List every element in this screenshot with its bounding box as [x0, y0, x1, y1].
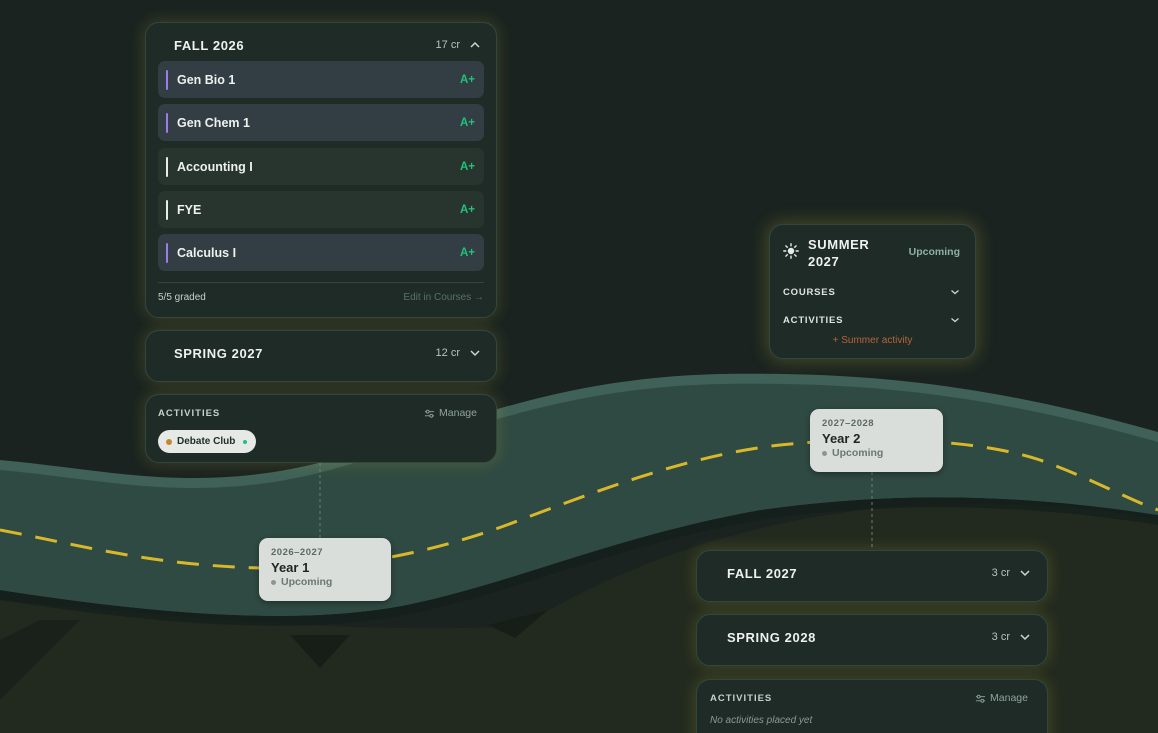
chevron-up-icon[interactable] — [468, 38, 482, 52]
course-accent-bar — [166, 69, 168, 90]
year-card-year2[interactable]: 2027–2028 Year 2 Upcoming — [810, 409, 943, 472]
course-grade: A+ — [459, 160, 475, 173]
status-text: Upcoming — [832, 447, 884, 459]
term-panel-spring-2027: SPRING 2027 12 cr — [145, 330, 497, 382]
course-accent-bar — [166, 156, 168, 177]
term-title: SPRING 2028 — [727, 629, 816, 645]
term-header-spring-2028[interactable]: SPRING 2028 3 cr — [697, 615, 1047, 659]
credit-count: 3 cr — [991, 631, 1010, 643]
term-header-spring-2027[interactable]: SPRING 2027 12 cr — [146, 331, 496, 375]
course-row[interactable]: Accounting I A+ — [158, 148, 484, 185]
chip-status-dot — [243, 439, 248, 444]
course-name: Accounting I — [177, 159, 253, 174]
edit-in-courses-link[interactable]: Edit in Courses → — [403, 292, 484, 303]
status-dot — [271, 579, 276, 585]
term-title: SPRING 2027 — [174, 345, 263, 361]
course-name: Gen Bio 1 — [177, 72, 236, 87]
course-grade: A+ — [459, 73, 475, 86]
summer-courses-label: COURSES — [783, 286, 836, 298]
activity-chip[interactable]: Debate Club — [158, 430, 257, 453]
course-name: Gen Chem 1 — [177, 115, 250, 130]
year-label: Year 1 — [271, 560, 310, 575]
year-range: 2026–2027 — [271, 547, 324, 558]
empty-activities-text: No activities placed yet — [710, 715, 813, 726]
course-accent-bar — [166, 242, 168, 263]
manage-activities-button[interactable]: Manage — [975, 692, 1028, 704]
chevron-down-icon — [948, 313, 962, 327]
term-panel-fall-2027: FALL 2027 3 cr — [696, 550, 1048, 602]
course-row[interactable]: Gen Bio 1 A+ — [158, 61, 484, 98]
course-accent-bar — [166, 112, 168, 133]
chevron-down-icon[interactable] — [468, 346, 482, 360]
chip-category-dot — [166, 438, 172, 445]
activities-label: ACTIVITIES — [710, 692, 773, 704]
activities-panel-year2: ACTIVITIES Manage No activities placed y… — [696, 679, 1048, 733]
course-row[interactable]: Calculus I A+ — [158, 234, 484, 271]
activities-label: ACTIVITIES — [158, 407, 221, 419]
credit-count: 3 cr — [991, 567, 1010, 579]
sliders-icon — [975, 693, 986, 704]
manage-label: Manage — [439, 407, 477, 419]
chevron-down-icon — [948, 285, 962, 299]
manage-activities-button[interactable]: Manage — [424, 407, 477, 419]
credit-count: 17 cr — [435, 39, 460, 51]
course-name: Calculus I — [177, 245, 237, 260]
course-name: FYE — [177, 202, 202, 217]
sun-icon — [783, 243, 799, 259]
summer-courses-toggle[interactable]: COURSES — [770, 278, 975, 306]
course-accent-bar — [166, 199, 168, 220]
summer-title: SUMMER 2027 — [808, 236, 869, 270]
year-range: 2027–2028 — [822, 418, 875, 429]
chevron-down-icon[interactable] — [1018, 566, 1032, 580]
status-dot — [822, 450, 827, 456]
sliders-icon — [424, 408, 435, 419]
graded-count: 5/5 graded — [158, 292, 206, 303]
manage-label: Manage — [990, 692, 1028, 704]
term-title: FALL 2027 — [727, 565, 798, 581]
term-panel-summer-2027: SUMMER 2027 Upcoming COURSES ACTIVITIES … — [769, 224, 976, 359]
summer-title-line2: 2027 — [808, 254, 840, 269]
summer-activities-toggle[interactable]: ACTIVITIES — [770, 306, 975, 334]
status-text: Upcoming — [281, 576, 333, 588]
credit-count: 12 cr — [435, 347, 460, 359]
course-row[interactable]: Gen Chem 1 A+ — [158, 104, 484, 141]
term-title: FALL 2026 — [174, 37, 245, 53]
chevron-down-icon[interactable] — [1018, 630, 1032, 644]
activities-panel-year1: ACTIVITIES Manage Debate Club — [145, 394, 497, 463]
year-card-year1[interactable]: 2026–2027 Year 1 Upcoming — [259, 538, 391, 601]
course-grade: A+ — [459, 203, 475, 216]
term-footer: 5/5 graded Edit in Courses → — [158, 282, 484, 303]
summer-title-line1: SUMMER — [808, 237, 870, 252]
year-status: Upcoming — [271, 576, 379, 588]
course-grade: A+ — [459, 116, 475, 129]
year-label: Year 2 — [822, 431, 861, 446]
year-status: Upcoming — [822, 447, 931, 459]
term-panel-spring-2028: SPRING 2028 3 cr — [696, 614, 1048, 666]
add-summer-activity-link[interactable]: + Summer activity — [770, 335, 975, 346]
summer-activities-label: ACTIVITIES — [783, 314, 844, 326]
summer-status: Upcoming — [908, 246, 960, 258]
course-grade: A+ — [459, 246, 475, 259]
course-row[interactable]: FYE A+ — [158, 191, 484, 228]
chip-label: Debate Club — [177, 436, 236, 447]
term-panel-fall-2026: FALL 2026 17 cr Gen Bio 1 A+ Gen Chem 1 … — [145, 22, 497, 318]
term-header-fall-2027[interactable]: FALL 2027 3 cr — [697, 551, 1047, 595]
